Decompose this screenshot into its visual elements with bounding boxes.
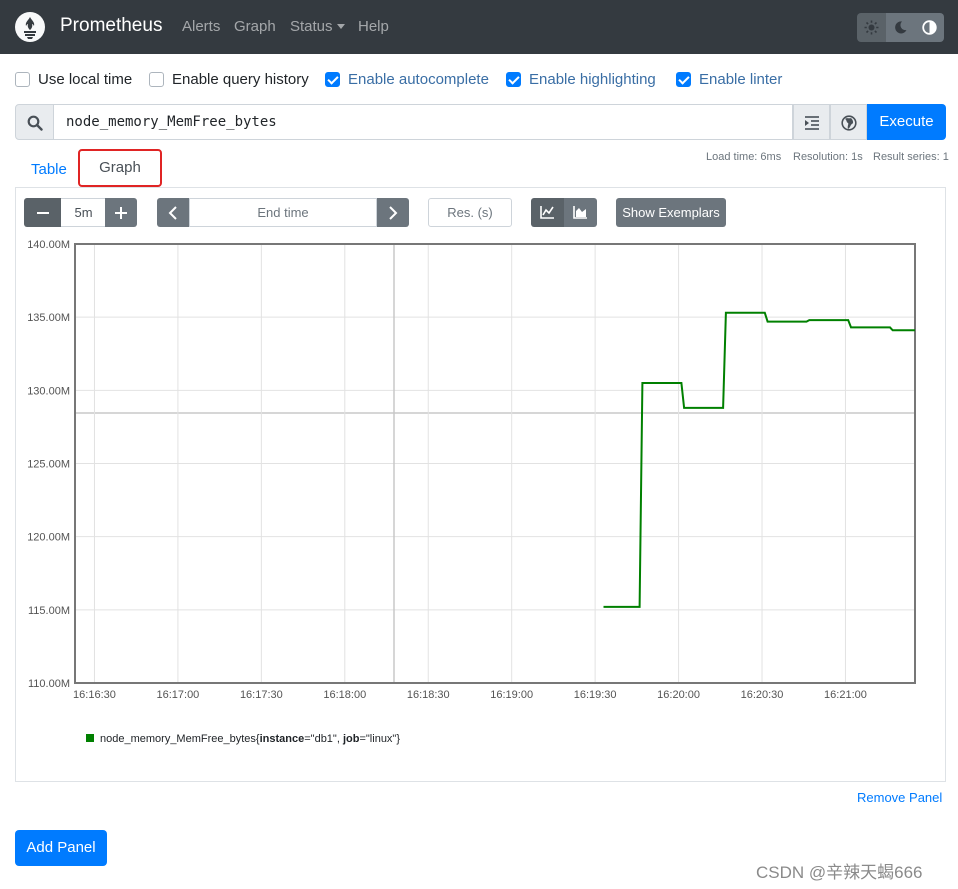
add-panel-button[interactable]: Add Panel	[15, 830, 107, 866]
x-tick-label: 16:16:30	[73, 689, 116, 701]
x-tick-label: 16:20:30	[741, 689, 784, 701]
series-line[interactable]	[603, 311, 916, 608]
y-tick-label: 110.00M	[28, 678, 70, 690]
graph-chart: 110.00M 115.00M 120.00M 125.00M 130.00M 135.0…	[27, 239, 916, 745]
x-tick-label: 16:17:30	[240, 689, 283, 701]
y-tick-label: 120.00M	[27, 532, 70, 544]
y-tick-label: 115.00M	[28, 605, 70, 617]
x-tick-label: 16:19:00	[490, 689, 533, 701]
x-tick-label: 16:19:30	[574, 689, 617, 701]
legend-instance-key: instance	[260, 733, 305, 745]
remove-panel-link[interactable]: Remove Panel	[857, 790, 942, 805]
x-tick-label: 16:17:00	[156, 689, 199, 701]
x-tick-label: 16:20:00	[657, 689, 700, 701]
y-tick-label: 140.00M	[27, 239, 70, 251]
watermark: CSDN @辛辣天蝎666	[756, 863, 923, 882]
legend-swatch	[86, 734, 94, 742]
x-tick-label: 16:18:30	[407, 689, 450, 701]
y-tick-label: 130.00M	[27, 385, 70, 397]
legend-metric: node_memory_MemFree_bytes	[100, 733, 256, 745]
x-tick-label: 16:21:00	[824, 689, 867, 701]
legend-job-key: job	[342, 733, 360, 745]
legend-series[interactable]: node_memory_MemFree_bytes{instance="db1"…	[100, 733, 400, 745]
x-tick-label: 16:18:00	[323, 689, 366, 701]
y-tick-label: 135.00M	[27, 312, 70, 324]
legend-instance-value: "db1"	[311, 733, 337, 745]
legend-job-value: "linux"	[366, 733, 397, 745]
y-tick-label: 125.00M	[27, 459, 70, 471]
